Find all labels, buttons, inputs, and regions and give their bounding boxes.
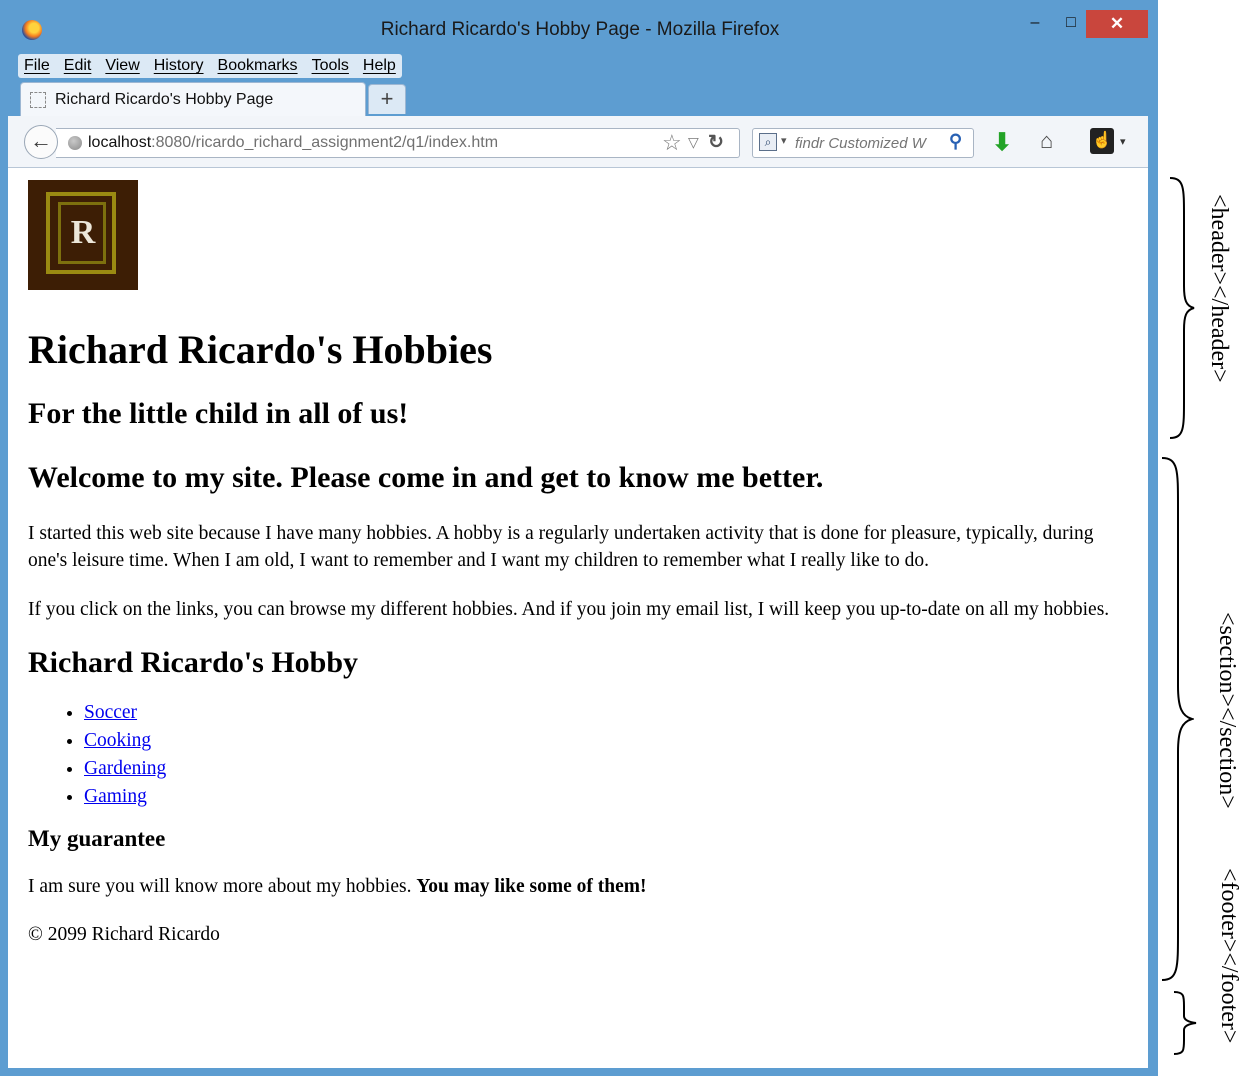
list-item: Gaming bbox=[84, 783, 1118, 811]
page-title: Richard Ricardo's Hobbies bbox=[28, 327, 493, 372]
window-title: Richard Ricardo's Hobby Page - Mozilla F… bbox=[380, 19, 780, 40]
page-favicon-icon bbox=[30, 92, 46, 108]
search-engine-dropdown-icon[interactable]: ▾ bbox=[781, 134, 787, 147]
hobby-link-soccer[interactable]: Soccer bbox=[84, 702, 137, 723]
hobby-link-gaming[interactable]: Gaming bbox=[84, 786, 147, 807]
guarantee-heading: My guarantee bbox=[28, 826, 166, 851]
site-identity-icon[interactable] bbox=[68, 136, 82, 150]
menu-file[interactable]: File bbox=[24, 57, 50, 75]
browser-window: Richard Ricardo's Hobby Page - Mozilla F… bbox=[0, 0, 1158, 1076]
close-button[interactable]: ✕ bbox=[1086, 10, 1148, 38]
hobby-list: Soccer Cooking Gardening Gaming bbox=[28, 699, 1118, 811]
guarantee-bold: You may like some of them! bbox=[416, 876, 647, 897]
search-bar[interactable]: ⌕ ▾ ⚲ bbox=[752, 128, 974, 158]
header-annotation: <header></header> bbox=[1206, 194, 1232, 383]
menu-help[interactable]: Help bbox=[363, 57, 396, 75]
download-icon[interactable]: ⬇ bbox=[992, 128, 1012, 157]
section-brace bbox=[1161, 457, 1194, 981]
search-input[interactable] bbox=[795, 133, 945, 153]
menu-edit[interactable]: Edit bbox=[64, 57, 92, 75]
url-text[interactable]: localhost:8080/ricardo_richard_assignmen… bbox=[88, 134, 498, 152]
intro-paragraph: I started this web site because I have m… bbox=[28, 523, 1094, 571]
menu-bookmarks[interactable]: Bookmarks bbox=[218, 57, 298, 75]
search-go-icon[interactable]: ⚲ bbox=[949, 131, 962, 152]
page-subtitle: For the little child in all of us! bbox=[28, 397, 409, 430]
extension-dropdown-icon[interactable]: ▾ bbox=[1120, 135, 1126, 148]
list-item: Cooking bbox=[84, 727, 1118, 755]
site-logo: R bbox=[28, 180, 138, 290]
url-bar[interactable]: localhost:8080/ricardo_richard_assignmen… bbox=[56, 128, 740, 158]
header-brace bbox=[1169, 177, 1195, 439]
tab-strip: Richard Ricardo's Hobby Page + bbox=[0, 80, 1158, 116]
maximize-button[interactable]: □ bbox=[1058, 10, 1084, 36]
footer-annotation: <footer></footer> bbox=[1216, 868, 1242, 1044]
home-icon[interactable]: ⌂ bbox=[1040, 128, 1053, 154]
back-button[interactable]: ← bbox=[24, 125, 58, 159]
section-annotation: <section></section> bbox=[1214, 612, 1240, 809]
list-item: Soccer bbox=[84, 699, 1118, 727]
search-engine-icon[interactable]: ⌕ bbox=[759, 133, 777, 151]
list-item: Gardening bbox=[84, 755, 1118, 783]
links-paragraph: If you click on the links, you can brows… bbox=[28, 599, 1110, 620]
guarantee-plain: I am sure you will know more about my ho… bbox=[28, 876, 417, 897]
page-content: R Richard Ricardo's Hobbies For the litt… bbox=[28, 180, 1118, 949]
title-bar: Richard Ricardo's Hobby Page - Mozilla F… bbox=[0, 0, 1158, 54]
menu-bar: File Edit View History Bookmarks Tools H… bbox=[18, 54, 402, 78]
new-tab-button[interactable]: + bbox=[368, 84, 406, 114]
hobby-link-gardening[interactable]: Gardening bbox=[84, 758, 166, 779]
hobby-heading: Richard Ricardo's Hobby bbox=[28, 646, 359, 679]
page-viewport: R Richard Ricardo's Hobbies For the litt… bbox=[8, 168, 1148, 1068]
logo-letter: R bbox=[70, 214, 96, 251]
url-host: localhost bbox=[88, 134, 152, 151]
tab-label: Richard Ricardo's Hobby Page bbox=[55, 91, 274, 108]
menu-view[interactable]: View bbox=[105, 57, 139, 75]
url-path: :8080/ricardo_richard_assignment2/q1/ind… bbox=[151, 134, 499, 151]
extension-hand-icon[interactable]: ☝ bbox=[1090, 128, 1114, 154]
menu-history[interactable]: History bbox=[154, 57, 204, 75]
hobby-link-cooking[interactable]: Cooking bbox=[84, 730, 151, 751]
reload-icon[interactable]: ↻ bbox=[708, 131, 724, 154]
bookmark-star-icon[interactable]: ☆ bbox=[662, 130, 682, 156]
tab-active[interactable]: Richard Ricardo's Hobby Page bbox=[20, 82, 366, 116]
url-dropdown-icon[interactable]: ▽ bbox=[688, 134, 699, 151]
minimize-button[interactable]: – bbox=[1022, 10, 1048, 36]
welcome-heading: Welcome to my site. Please come in and g… bbox=[28, 461, 824, 494]
navigation-toolbar: localhost:8080/ricardo_richard_assignmen… bbox=[8, 116, 1148, 168]
guarantee-text: I am sure you will know more about my ho… bbox=[28, 873, 1118, 901]
footer-brace bbox=[1173, 991, 1197, 1055]
menu-tools[interactable]: Tools bbox=[312, 57, 349, 75]
copyright: © 2099 Richard Ricardo bbox=[28, 924, 220, 945]
